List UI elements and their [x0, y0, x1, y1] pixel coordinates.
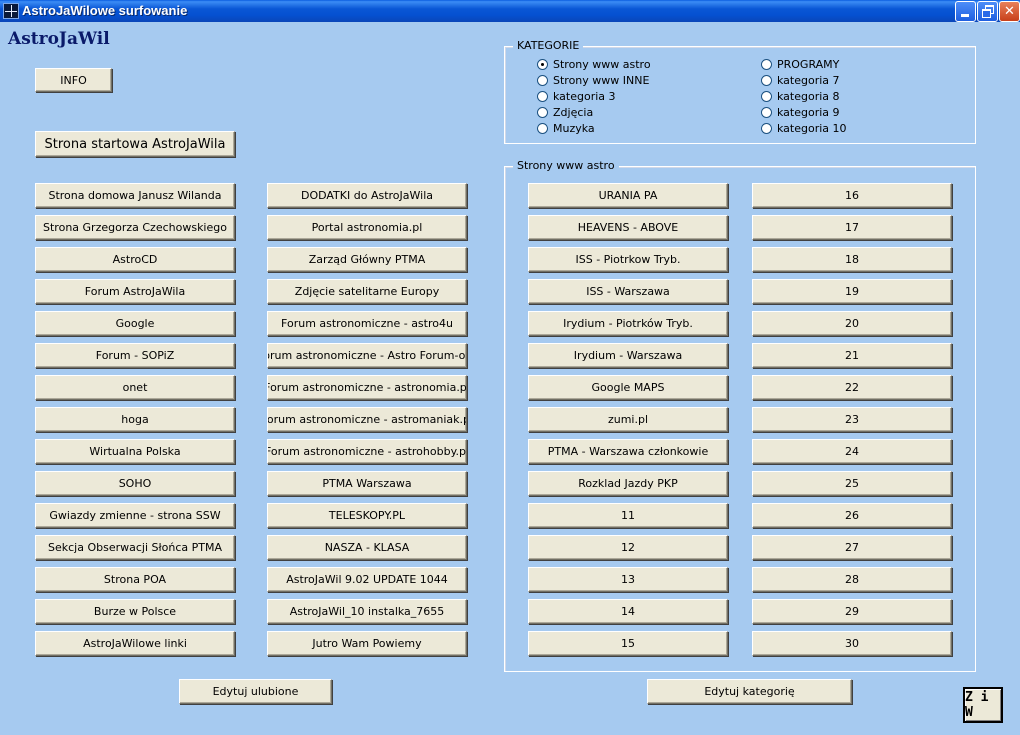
- favorite-link-button-7[interactable]: Forum astronomiczne - astronomia.pl: [267, 375, 467, 400]
- radio-circle-icon[interactable]: [761, 107, 772, 118]
- favorite-link-button-11[interactable]: TELESKOPY.PL: [267, 503, 467, 528]
- favorite-link-button-5[interactable]: Google: [35, 311, 235, 336]
- category-radio-label[interactable]: kategoria 3: [553, 90, 616, 103]
- radio-circle-icon[interactable]: [537, 123, 548, 134]
- favorite-link-button-3[interactable]: AstroCD: [35, 247, 235, 272]
- title-bar[interactable]: AstroJaWilowe surfowanie ✕: [0, 0, 1020, 22]
- category-site-button-10[interactable]: 25: [752, 471, 952, 496]
- close-icon: ✕: [1004, 4, 1015, 19]
- favorite-link-button-2[interactable]: Strona Grzegorza Czechowskiego: [35, 215, 235, 240]
- category-site-button-15[interactable]: 15: [528, 631, 728, 656]
- category-radio-label[interactable]: kategoria 8: [777, 90, 840, 103]
- category-site-button-14[interactable]: 14: [528, 599, 728, 624]
- category-site-button-11[interactable]: 26: [752, 503, 952, 528]
- favorite-link-button-10[interactable]: PTMA Warszawa: [267, 471, 467, 496]
- favorite-link-button-6[interactable]: Forum - SOPiZ: [35, 343, 235, 368]
- favorite-link-button-5[interactable]: Forum astronomiczne - astro4u: [267, 311, 467, 336]
- category-radio-label[interactable]: kategoria 10: [777, 122, 847, 135]
- favorite-link-button-14[interactable]: Burze w Polsce: [35, 599, 235, 624]
- favorite-link-button-11[interactable]: Gwiazdy zmienne - strona SSW: [35, 503, 235, 528]
- info-button[interactable]: INFO: [35, 68, 112, 92]
- category-site-button-5[interactable]: Irydium - Piotrków Tryb.: [528, 311, 728, 336]
- category-site-button-2[interactable]: HEAVENS - ABOVE: [528, 215, 728, 240]
- category-site-button-7[interactable]: Google MAPS: [528, 375, 728, 400]
- favorite-link-button-9[interactable]: Wirtualna Polska: [35, 439, 235, 464]
- favorite-link-button-3[interactable]: Zarząd Główny PTMA: [267, 247, 467, 272]
- favorite-link-button-15[interactable]: Jutro Wam Powiemy: [267, 631, 467, 656]
- category-site-button-10[interactable]: Rozklad Jazdy PKP: [528, 471, 728, 496]
- category-site-button-4[interactable]: ISS - Warszawa: [528, 279, 728, 304]
- category-site-button-12[interactable]: 27: [752, 535, 952, 560]
- start-page-button[interactable]: Strona startowa AstroJaWila: [35, 131, 235, 157]
- favorite-link-button-12[interactable]: NASZA - KLASA: [267, 535, 467, 560]
- category-site-button-6[interactable]: Irydium - Warszawa: [528, 343, 728, 368]
- category-site-button-13[interactable]: 28: [752, 567, 952, 592]
- edit-favorites-button[interactable]: Edytuj ulubione: [179, 679, 332, 704]
- radio-circle-icon[interactable]: [537, 107, 548, 118]
- favorite-link-button-15[interactable]: AstroJaWilowe linki: [35, 631, 235, 656]
- favorite-link-button-1[interactable]: Strona domowa Janusz Wilanda: [35, 183, 235, 208]
- category-radio-label[interactable]: Zdjęcia: [553, 106, 593, 119]
- favorite-link-button-10[interactable]: SOHO: [35, 471, 235, 496]
- app-icon[interactable]: [3, 3, 19, 19]
- favorite-link-button-8[interactable]: Forum astronomiczne - astromaniak.pl: [267, 407, 467, 432]
- category-site-button-7[interactable]: 22: [752, 375, 952, 400]
- radio-circle-icon[interactable]: [761, 123, 772, 134]
- category-site-button-13[interactable]: 13: [528, 567, 728, 592]
- category-site-button-1[interactable]: URANIA PA: [528, 183, 728, 208]
- favorite-link-button-2[interactable]: Portal astronomia.pl: [267, 215, 467, 240]
- category-radio-label[interactable]: kategoria 7: [777, 74, 840, 87]
- category-site-button-4[interactable]: 19: [752, 279, 952, 304]
- category-site-button-3[interactable]: ISS - Piotrkow Tryb.: [528, 247, 728, 272]
- category-sites-legend: Strony www astro: [513, 159, 619, 172]
- category-site-button-1[interactable]: 16: [752, 183, 952, 208]
- category-site-button-6[interactable]: 21: [752, 343, 952, 368]
- category-radio-label[interactable]: Strony www astro: [553, 58, 651, 71]
- close-button[interactable]: ✕: [999, 1, 1020, 22]
- radio-circle-icon[interactable]: [761, 59, 772, 70]
- minimize-button[interactable]: [955, 1, 976, 22]
- radio-circle-icon[interactable]: [537, 91, 548, 102]
- ziw-button[interactable]: Z i W: [963, 687, 1003, 723]
- category-site-button-8[interactable]: 23: [752, 407, 952, 432]
- radio-circle-icon[interactable]: [761, 91, 772, 102]
- category-site-button-12[interactable]: 12: [528, 535, 728, 560]
- maximize-button[interactable]: [977, 1, 998, 22]
- radio-circle-icon[interactable]: [761, 75, 772, 86]
- favorite-link-button-4[interactable]: Zdjęcie satelitarne Europy: [267, 279, 467, 304]
- app-logo: AstroJaWil: [8, 29, 110, 49]
- favorite-link-button-13[interactable]: Strona POA: [35, 567, 235, 592]
- category-radio-label[interactable]: Muzyka: [553, 122, 595, 135]
- category-site-button-15[interactable]: 30: [752, 631, 952, 656]
- category-site-button-11[interactable]: 11: [528, 503, 728, 528]
- edit-category-button[interactable]: Edytuj kategorię: [647, 679, 852, 704]
- category-site-button-9[interactable]: PTMA - Warszawa członkowie: [528, 439, 728, 464]
- category-site-button-2[interactable]: 17: [752, 215, 952, 240]
- favorite-link-button-1[interactable]: DODATKI do AstroJaWila: [267, 183, 467, 208]
- category-site-button-5[interactable]: 20: [752, 311, 952, 336]
- favorite-link-button-4[interactable]: Forum AstroJaWila: [35, 279, 235, 304]
- favorite-link-button-8[interactable]: hoga: [35, 407, 235, 432]
- favorite-link-button-12[interactable]: Sekcja Obserwacji Słońca PTMA: [35, 535, 235, 560]
- favorite-link-button-13[interactable]: AstroJaWil 9.02 UPDATE 1044: [267, 567, 467, 592]
- categories-group: KATEGORIE Strony www astro Strony www INN…: [504, 39, 976, 144]
- category-radio-label[interactable]: PROGRAMY: [777, 58, 839, 71]
- radio-circle-icon[interactable]: [537, 75, 548, 86]
- category-site-button-14[interactable]: 29: [752, 599, 952, 624]
- category-site-button-8[interactable]: zumi.pl: [528, 407, 728, 432]
- radio-circle-icon[interactable]: [537, 59, 548, 70]
- favorite-link-button-6[interactable]: Forum astronomiczne - Astro Forum-org: [267, 343, 467, 368]
- categories-legend: KATEGORIE: [513, 39, 584, 52]
- category-radio-label[interactable]: kategoria 9: [777, 106, 840, 119]
- favorite-link-button-14[interactable]: AstroJaWil_10 instalka_7655: [267, 599, 467, 624]
- favorite-link-button-9[interactable]: Forum astronomiczne - astrohobby.pl: [267, 439, 467, 464]
- favorite-link-button-7[interactable]: onet: [35, 375, 235, 400]
- window-title: AstroJaWilowe surfowanie: [22, 3, 188, 18]
- category-site-button-3[interactable]: 18: [752, 247, 952, 272]
- category-site-button-9[interactable]: 24: [752, 439, 952, 464]
- category-radio-label[interactable]: Strony www INNE: [553, 74, 649, 87]
